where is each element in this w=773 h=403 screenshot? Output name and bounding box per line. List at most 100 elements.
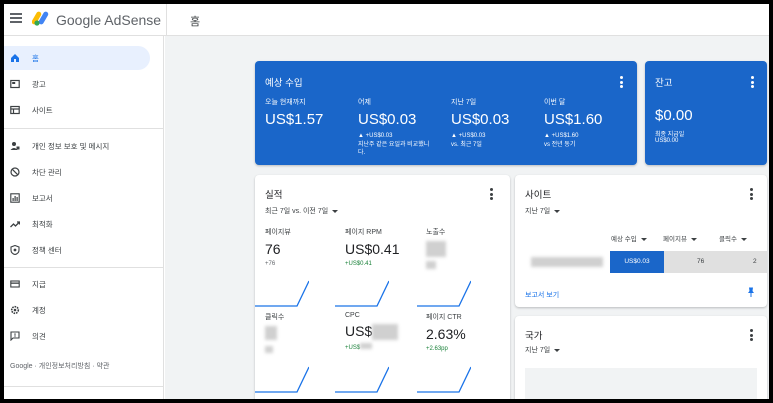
- card-title: 실적: [265, 190, 283, 201]
- column-header-label: 예상 수입: [611, 236, 637, 243]
- view-report-link[interactable]: 보고서 보기: [525, 290, 559, 300]
- period-dropdown[interactable]: 지난 7일: [525, 345, 561, 355]
- earnings-value: US$1.57: [265, 111, 324, 128]
- sidebar-item-sites[interactable]: 사이트: [4, 98, 150, 122]
- pageviews-cell: 76: [697, 258, 705, 265]
- sidebar-item-policy[interactable]: 정책 센터: [4, 238, 150, 262]
- countries-content-placeholder: [525, 368, 757, 399]
- earnings-value: US$0.03: [451, 111, 510, 128]
- table-row[interactable]: US$0.03 76 2: [515, 251, 767, 273]
- metric-pageviews[interactable]: 페이지뷰 76 +76: [265, 227, 345, 267]
- sidebar-item-ads[interactable]: 광고: [4, 72, 150, 96]
- more-vert-icon[interactable]: [750, 329, 753, 343]
- sidebar-item-privacy[interactable]: 개인 정보 보호 및 메시지: [4, 134, 150, 158]
- menu-icon[interactable]: [10, 13, 22, 23]
- sidebar-item-blocking[interactable]: 차단 관리: [4, 160, 150, 184]
- optimize-icon: [10, 221, 20, 228]
- card-title: 국가: [525, 331, 543, 342]
- earnings-delta: ▲ +US$1.60: [544, 133, 579, 139]
- chevron-down-icon: [740, 237, 747, 241]
- top-app-bar: Google AdSense 홈: [4, 4, 769, 36]
- metric-label: 노출수: [426, 229, 446, 236]
- earnings-delta: ▲ +US$0.03: [451, 133, 486, 139]
- metric-cpc[interactable]: CPC US$ +US$: [345, 312, 425, 351]
- sites-icon: [10, 105, 20, 115]
- earnings-label: 오늘 현재까지: [265, 99, 306, 106]
- redacted-delta: [426, 261, 436, 269]
- metric-value: 2.63%: [426, 326, 466, 342]
- metric-clicks[interactable]: 클릭수: [265, 312, 345, 355]
- earnings-note: vs. 최근 7일: [451, 142, 482, 148]
- earnings-last-7-days: 지난 7일 US$0.03 ▲ +US$0.03 vs. 최근 7일: [451, 97, 541, 149]
- metric-page-rpm[interactable]: 페이지 RPM US$0.41 +US$0.41: [345, 227, 425, 267]
- card-title: 사이트: [525, 190, 552, 201]
- sparkline-page-ctr: [417, 366, 471, 393]
- chevron-down-icon: [690, 237, 697, 241]
- card-title: 잔고: [655, 78, 673, 89]
- sparkline-page-rpm: [335, 280, 389, 307]
- more-vert-icon[interactable]: [751, 76, 754, 90]
- sparkline-cpc: [335, 366, 389, 393]
- more-vert-icon[interactable]: [620, 76, 623, 90]
- sidebar-footer[interactable]: Google · 개인정보처리방침 · 약관: [10, 361, 109, 371]
- clicks-cell: 2: [753, 258, 757, 265]
- earnings-value: US$0.03: [358, 111, 417, 128]
- countries-card: 국가 지난 7일: [515, 316, 767, 399]
- sidebar-item-home[interactable]: 홈: [4, 46, 150, 70]
- card-title: 예상 수입: [265, 78, 303, 89]
- metric-page-ctr[interactable]: 페이지 CTR 2.63% +2.63pp: [426, 312, 506, 352]
- redacted-value: [426, 241, 446, 257]
- metric-delta: +2.63pp: [426, 346, 448, 352]
- metric-label: 클릭수: [265, 314, 285, 321]
- sidebar-item-feedback[interactable]: 의견: [4, 324, 150, 348]
- chevron-down-icon: [640, 237, 647, 241]
- more-vert-icon[interactable]: [490, 188, 493, 202]
- sparkline-impressions: [417, 280, 471, 307]
- chevron-down-icon: [332, 209, 339, 213]
- metric-delta-text: +US$: [345, 345, 361, 351]
- metric-label: CPC: [345, 312, 360, 319]
- earnings-note: vs 전년 동기: [544, 142, 576, 148]
- sidebar-item-label: 정책 센터: [32, 245, 62, 255]
- estimated-earnings-card: 예상 수입 오늘 현재까지 US$1.57 어제 US$0.03 ▲ +US$0…: [255, 61, 637, 165]
- earnings-note: 지난주 같은 요일과 비교했니다.: [358, 142, 430, 156]
- earnings-label: 지난 7일: [451, 99, 477, 106]
- period-dropdown[interactable]: 최근 7일 vs. 이전 7일: [265, 206, 339, 216]
- chevron-down-icon: [554, 209, 561, 213]
- adsense-logo: [32, 11, 49, 26]
- sidebar-item-label: 사이트: [32, 105, 53, 115]
- header-divider: [166, 4, 167, 36]
- pin-icon[interactable]: [747, 287, 755, 297]
- sidebar-item-label: 차단 관리: [32, 167, 62, 177]
- earnings-label: 어제: [358, 99, 371, 106]
- column-header-label: 클릭수: [719, 236, 737, 243]
- reports-icon: [10, 193, 20, 203]
- sidebar-item-payments[interactable]: 지급: [4, 272, 150, 296]
- balance-value: $0.00: [655, 107, 693, 124]
- metric-value: US$0.41: [345, 241, 400, 257]
- brand-name: Google AdSense: [56, 12, 162, 28]
- metric-delta: [265, 346, 345, 355]
- metric-impressions[interactable]: 노출수: [426, 227, 506, 271]
- sidebar-item-reports[interactable]: 보고서: [4, 186, 150, 210]
- redacted-delta: [265, 346, 273, 353]
- metric-value-text: US$: [345, 323, 373, 339]
- more-vert-icon[interactable]: [750, 188, 753, 202]
- sidebar-divider: [4, 128, 164, 129]
- sidebar-item-account[interactable]: 계정: [4, 298, 150, 322]
- chevron-down-icon: [554, 348, 561, 352]
- column-header-clicks[interactable]: 클릭수: [719, 233, 747, 243]
- sidebar-item-optimize[interactable]: 최적화: [4, 212, 150, 236]
- period-label: 최근 7일 vs. 이전 7일: [265, 208, 329, 215]
- column-header-pageviews[interactable]: 페이지뷰: [663, 233, 697, 243]
- redacted-value: [265, 326, 277, 340]
- period-dropdown[interactable]: 지난 7일: [525, 206, 561, 216]
- earnings-today: 오늘 현재까지 US$1.57: [265, 97, 355, 128]
- column-header-earnings[interactable]: 예상 수입: [611, 233, 647, 243]
- privacy-icon: [10, 142, 20, 150]
- metric-value: [426, 241, 506, 258]
- row-background: [664, 251, 767, 273]
- ads-icon: [10, 79, 20, 89]
- metric-label: 페이지 RPM: [345, 229, 382, 236]
- sidebar-item-label: 최적화: [32, 219, 53, 229]
